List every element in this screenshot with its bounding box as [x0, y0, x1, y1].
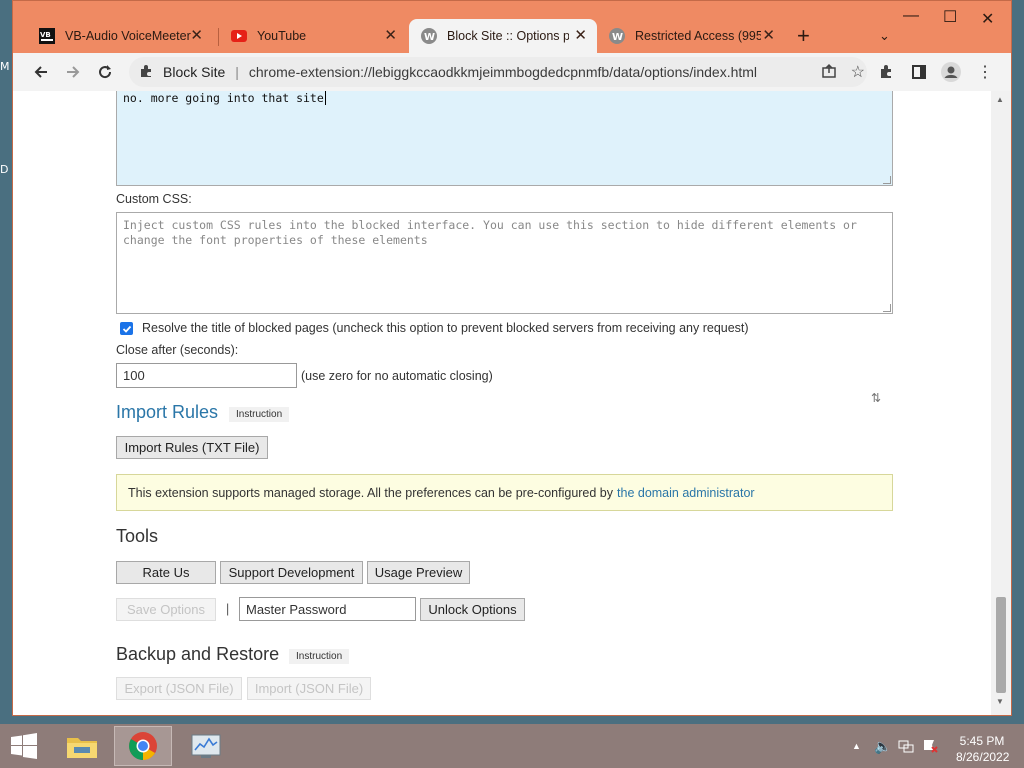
blocked-message-text: no. more going into that site: [123, 91, 324, 105]
import-json-button: Import (JSON File): [247, 677, 371, 700]
network-icon[interactable]: [898, 738, 914, 757]
share-icon[interactable]: [821, 63, 837, 82]
blocked-message-textarea[interactable]: no. more going into that site: [116, 91, 893, 186]
tab-block-site-options[interactable]: W Block Site :: Options pa ✕: [409, 19, 597, 53]
reload-button[interactable]: [93, 60, 117, 84]
managed-storage-text: This extension supports managed storage.…: [128, 485, 614, 500]
instruction-badge[interactable]: Instruction: [229, 407, 290, 422]
custom-css-placeholder: Inject custom CSS rules into the blocked…: [123, 218, 857, 247]
tab-title: YouTube: [257, 29, 307, 43]
windows-logo-icon: [11, 733, 37, 759]
options-page: no. more going into that site Custom CSS…: [13, 91, 991, 715]
w-icon: W: [609, 28, 625, 44]
tray-expand-icon[interactable]: ▲: [852, 741, 861, 751]
browser-window: VB VB-Audio VoiceMeeter ✕ YouTube ✕ W Bl…: [12, 0, 1012, 716]
task-manager-button[interactable]: [178, 726, 234, 766]
desktop-icon-label: D: [0, 163, 9, 176]
svg-text:VB: VB: [40, 31, 51, 39]
puzzle-icon: [139, 64, 153, 81]
new-tab-button[interactable]: +: [797, 25, 810, 47]
checkmark-icon: [122, 325, 131, 333]
reload-icon: [99, 65, 112, 79]
vb-icon: VB: [39, 28, 55, 44]
chrome-icon: [129, 732, 157, 760]
file-explorer-button[interactable]: [58, 726, 106, 766]
unlock-options-button[interactable]: Unlock Options: [420, 598, 525, 621]
action-center-icon[interactable]: [922, 738, 938, 757]
resize-grip-icon[interactable]: [883, 176, 891, 184]
close-after-label: Close after (seconds):: [116, 343, 239, 357]
close-after-input[interactable]: 100: [116, 363, 297, 388]
close-after-hint: (use zero for no automatic closing): [301, 369, 493, 383]
tab-restricted-access[interactable]: W Restricted Access (9952 ✕: [597, 19, 785, 53]
extensions-icon[interactable]: [875, 60, 899, 84]
usage-preview-button[interactable]: Usage Preview: [367, 561, 470, 584]
close-icon[interactable]: ✕: [762, 28, 775, 44]
close-icon[interactable]: ✕: [574, 28, 587, 44]
browser-toolbar: Block Site | chrome-extension://lebiggkc…: [13, 53, 1011, 91]
page-scrollbar[interactable]: ▲ ▼: [991, 91, 1011, 715]
save-options-button: Save Options: [116, 598, 216, 621]
tab-search-icon[interactable]: ⌄: [879, 28, 890, 44]
clock-date: 8/26/2022: [956, 750, 1010, 764]
tab-title: VB-Audio VoiceMeeter: [65, 29, 191, 43]
side-panel-icon[interactable]: [907, 60, 931, 84]
close-icon[interactable]: ✕: [384, 28, 397, 44]
tab-title: Block Site :: Options pa: [447, 29, 569, 43]
folder-icon: [67, 738, 97, 758]
export-json-button: Export (JSON File): [116, 677, 242, 700]
volume-icon[interactable]: 🔈: [874, 738, 891, 755]
forward-button[interactable]: [61, 60, 85, 84]
clock-time: 5:45 PM: [959, 734, 1005, 748]
taskbar: ▲ 🔈 5:45 PM 8/26/2022: [0, 724, 1024, 768]
tab-strip: VB VB-Audio VoiceMeeter ✕ YouTube ✕ W Bl…: [13, 1, 1011, 53]
cursor-icon: ⇅: [871, 391, 882, 405]
import-rules-txt-button[interactable]: Import Rules (TXT File): [116, 436, 268, 459]
tools-heading: Tools: [116, 526, 159, 546]
desktop-icon-label: M: [0, 60, 10, 73]
tab-youtube[interactable]: YouTube ✕: [219, 19, 407, 53]
resize-grip-icon[interactable]: [883, 304, 891, 312]
custom-css-label: Custom CSS:: [116, 192, 192, 206]
resolve-title-checkbox[interactable]: [120, 322, 133, 335]
omnibox-site-name: Block Site: [163, 64, 226, 80]
w-icon: W: [421, 28, 437, 44]
forward-arrow-icon: [67, 66, 80, 78]
scroll-up-icon[interactable]: ▲: [996, 95, 1004, 104]
rate-us-button[interactable]: Rate Us: [116, 561, 216, 584]
separator-pipe: |: [226, 602, 230, 616]
domain-administrator-link[interactable]: the domain administrator: [617, 486, 755, 500]
back-button[interactable]: [29, 60, 53, 84]
support-development-button[interactable]: Support Development: [220, 561, 363, 584]
maximize-button[interactable]: ☐: [943, 7, 957, 27]
tab-title: Restricted Access (9952: [635, 29, 761, 43]
backup-restore-heading: Backup and Restore: [116, 644, 280, 664]
menu-kebab-icon[interactable]: ⋮: [973, 60, 997, 84]
tab-voicemeeter[interactable]: VB VB-Audio VoiceMeeter ✕: [27, 19, 213, 53]
bookmark-star-icon[interactable]: ☆: [851, 62, 865, 82]
minimize-button[interactable]: —: [903, 7, 919, 25]
svg-text:W: W: [612, 32, 623, 43]
omnibox[interactable]: Block Site | chrome-extension://lebiggkc…: [129, 57, 867, 87]
close-icon[interactable]: ✕: [190, 28, 203, 44]
scroll-down-icon[interactable]: ▼: [996, 697, 1004, 706]
scrollbar-thumb[interactable]: [996, 597, 1006, 693]
profile-avatar[interactable]: [939, 60, 963, 84]
performance-monitor-icon: [191, 734, 221, 758]
start-button[interactable]: [4, 726, 44, 766]
close-window-button[interactable]: ✕: [981, 9, 994, 29]
master-password-input[interactable]: Master Password: [239, 597, 416, 621]
managed-storage-note: This extension supports managed storage.…: [116, 474, 893, 511]
youtube-icon: [231, 28, 247, 44]
svg-text:W: W: [424, 32, 435, 43]
instruction-badge[interactable]: Instruction: [289, 649, 350, 664]
omnibox-url[interactable]: chrome-extension://lebiggkccaodkkmjeimmb…: [249, 64, 757, 80]
resolve-title-label: Resolve the title of blocked pages (unch…: [142, 321, 749, 335]
custom-css-textarea[interactable]: Inject custom CSS rules into the blocked…: [116, 212, 893, 314]
chrome-taskbar-button[interactable]: [114, 726, 172, 766]
clock[interactable]: 5:45 PM 8/26/2022: [956, 733, 1010, 765]
omnibox-divider: |: [235, 64, 239, 80]
import-rules-heading: Import Rules: [116, 402, 219, 422]
back-arrow-icon: [34, 66, 47, 78]
